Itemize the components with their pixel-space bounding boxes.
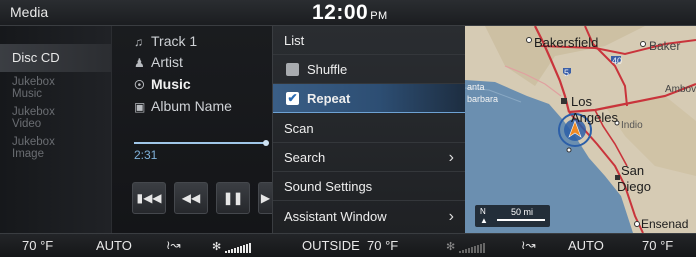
media-source-jukebox-image[interactable]: Jukebox Image bbox=[12, 136, 72, 160]
artist-name: Artist bbox=[151, 54, 183, 70]
media-source-jukebox-music[interactable]: Jukebox Music bbox=[12, 76, 72, 100]
chevron-right-icon: › bbox=[448, 149, 454, 166]
right-temperature[interactable]: 70 °F bbox=[642, 238, 673, 253]
highway-shield-5: 5 bbox=[564, 68, 570, 78]
menu-item-label: Search bbox=[284, 150, 326, 165]
menu-item-label: List bbox=[284, 33, 305, 48]
clock-time: 12:00 bbox=[312, 1, 369, 24]
menu-item-label: Repeat bbox=[307, 91, 351, 106]
left-temperature[interactable]: 70 °F bbox=[22, 238, 53, 253]
menu-item-label: Scan bbox=[284, 121, 314, 136]
map-label-indio: Indio bbox=[621, 120, 643, 131]
music-note-icon: ♫ bbox=[134, 35, 143, 49]
airflow-icon[interactable]: ≀↝ bbox=[521, 238, 536, 252]
person-icon: ♟ bbox=[134, 56, 145, 70]
media-source-jukebox-video[interactable]: Jukebox Video bbox=[12, 106, 72, 130]
menu-item-assistant-window[interactable]: Assistant Window › bbox=[273, 202, 466, 231]
media-source-label: Disc CD bbox=[12, 50, 60, 65]
album-name: Album Name bbox=[151, 98, 232, 114]
album-icon: ▣ bbox=[134, 100, 146, 114]
clock-ampm: PM bbox=[370, 10, 388, 22]
fan-icon: ✻ bbox=[446, 241, 456, 253]
outside-label: OUTSIDE bbox=[302, 238, 360, 253]
climate-bar: 70 °F AUTO ≀↝ ✻ OUTSIDE 70 °F ✻ ≀↝ AUTO … bbox=[0, 233, 696, 257]
media-source-label: Jukebox Music bbox=[12, 76, 55, 100]
fan-level-bars bbox=[224, 238, 252, 253]
menu-item-list[interactable]: List bbox=[273, 26, 466, 55]
genre-name: Music bbox=[151, 76, 191, 92]
fan-speed-left[interactable]: ✻ bbox=[212, 238, 252, 253]
status-bar: Media 12:00 PM bbox=[0, 0, 696, 26]
pause-button[interactable]: ❚❚ bbox=[216, 182, 250, 214]
track-line: ♫ Track 1 bbox=[134, 33, 197, 49]
clock: 12:00 PM bbox=[312, 1, 388, 25]
previous-track-icon: ▮◀◀ bbox=[136, 191, 162, 205]
track-title: Track 1 bbox=[151, 33, 198, 49]
app-title: Media bbox=[10, 4, 49, 20]
map-label-ensenada: Ensenad bbox=[641, 217, 689, 231]
previous-track-button[interactable]: ▮◀◀ bbox=[132, 182, 166, 214]
genre-icon: ☉ bbox=[134, 78, 145, 92]
fan-speed-right[interactable]: ✻ bbox=[446, 238, 486, 253]
menu-item-shuffle[interactable]: Shuffle bbox=[273, 55, 466, 84]
map-canvas bbox=[465, 26, 696, 233]
map-label-bakersfield: Bakersfield bbox=[534, 35, 599, 50]
map-label-anta: anta bbox=[467, 82, 485, 92]
media-source-label: Jukebox Image bbox=[12, 136, 55, 160]
map-label-santa-barbara: barbara bbox=[467, 94, 499, 104]
rewind-button[interactable]: ◀◀ bbox=[174, 182, 208, 214]
progress-fill bbox=[134, 142, 267, 144]
map-scale: N ▲ 50 mi bbox=[475, 205, 550, 227]
now-playing-panel: ♫ Track 1 ♟ Artist ☉ Music ▣ Album Name 2:31… bbox=[112, 26, 272, 233]
menu-item-scan[interactable]: Scan bbox=[273, 114, 466, 143]
chevron-right-icon: › bbox=[448, 208, 454, 225]
airflow-icon[interactable]: ≀↝ bbox=[166, 238, 181, 252]
menu-item-label: Shuffle bbox=[307, 62, 348, 77]
media-source-label: Jukebox Video bbox=[12, 106, 55, 130]
shuffle-checkbox[interactable] bbox=[286, 63, 299, 76]
north-arrow-icon: N ▲ bbox=[480, 207, 488, 225]
elapsed-time: 2:31 bbox=[134, 148, 158, 162]
artist-line: ♟ Artist bbox=[134, 54, 183, 70]
progress-knob[interactable] bbox=[263, 140, 270, 146]
outside-temperature: OUTSIDE 70 °F bbox=[302, 238, 398, 253]
map-label-baker: Baker bbox=[649, 39, 681, 53]
menu-item-search[interactable]: Search › bbox=[273, 143, 466, 172]
scale-bar bbox=[497, 219, 545, 221]
fast-forward-button[interactable]: ▶ bbox=[258, 182, 272, 214]
highway-shield-40: 40 bbox=[612, 56, 623, 66]
map-label-diego: Diego bbox=[617, 179, 651, 194]
scale-distance: 50 mi bbox=[511, 207, 534, 217]
map-label-los: Los bbox=[571, 94, 592, 109]
repeat-checkbox[interactable]: ✔ bbox=[286, 92, 299, 105]
options-menu: List Shuffle ✔ Repeat Scan Search › Soun… bbox=[272, 26, 466, 233]
map-label-angeles: Angeles bbox=[571, 110, 618, 125]
media-source-disc-cd[interactable]: Disc CD bbox=[0, 44, 112, 72]
left-auto-mode[interactable]: AUTO bbox=[96, 238, 132, 253]
menu-item-repeat[interactable]: ✔ Repeat bbox=[273, 84, 466, 113]
genre-line: ☉ Music bbox=[134, 76, 191, 92]
rewind-icon: ◀◀ bbox=[181, 191, 201, 205]
progress-bar[interactable] bbox=[134, 140, 270, 146]
menu-item-sound-settings[interactable]: Sound Settings bbox=[273, 172, 466, 201]
media-source-list: Disc CD Jukebox Music Jukebox Video Juke… bbox=[0, 26, 112, 233]
fan-icon: ✻ bbox=[212, 241, 222, 253]
right-auto-mode[interactable]: AUTO bbox=[568, 238, 604, 253]
navigation-map[interactable]: 5 40 Bakersfield Baker Ambov anta barbar… bbox=[465, 26, 696, 233]
map-label-ambov: Ambov bbox=[665, 84, 696, 95]
menu-item-label: Assistant Window bbox=[284, 209, 387, 224]
north-label: N bbox=[480, 207, 486, 216]
map-label-san: San bbox=[621, 163, 645, 178]
fan-level-bars bbox=[458, 238, 486, 253]
pause-icon: ❚❚ bbox=[222, 191, 244, 205]
album-line: ▣ Album Name bbox=[134, 98, 232, 114]
menu-item-label: Sound Settings bbox=[284, 179, 373, 194]
outside-temp-value: 70 °F bbox=[367, 238, 399, 253]
fast-forward-icon: ▶ bbox=[260, 191, 271, 205]
